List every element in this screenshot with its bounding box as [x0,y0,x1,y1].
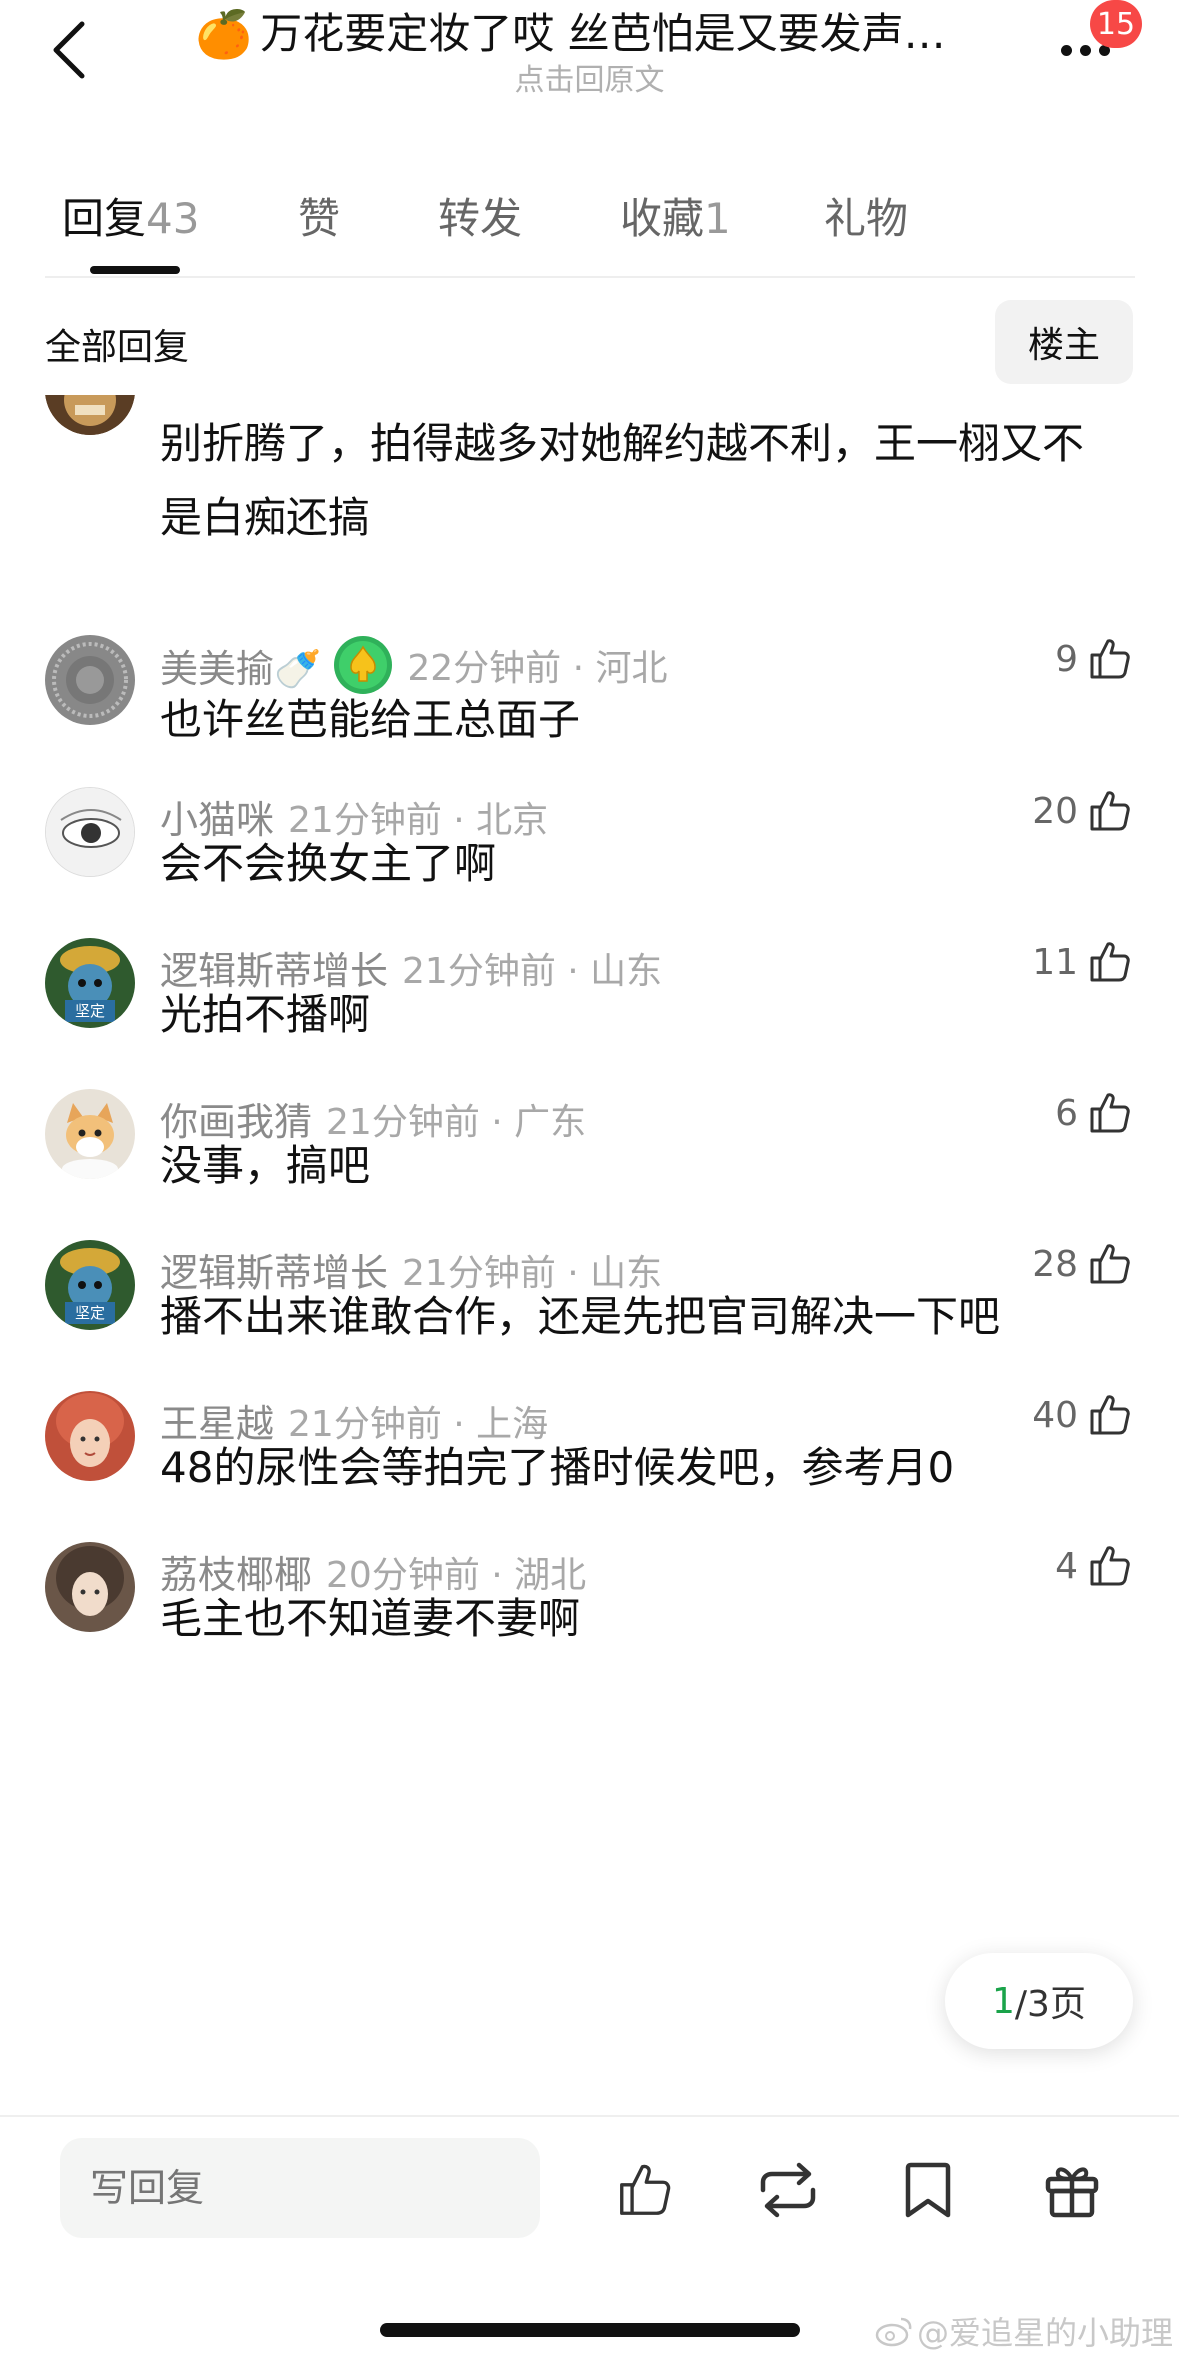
page-total: /3页 [1014,1984,1086,2025]
comment-text: 播不出来谁敢合作，还是先把官司解决一下吧 [160,1292,1001,1341]
comment-list[interactable]: 别折腾了，拍得越多对她解约越不利，王一栩又不是白痴还搞 美美揄🍼 22分钟前 ·… [0,395,1179,2115]
active-tab-indicator [90,266,180,274]
title-text: 万花要定妆了哎 丝芭怕是又要发声… [260,9,946,58]
watermark: @爱追星的小助理 [875,2308,1173,2354]
like-count: 28 [1032,1243,1078,1285]
watermark-text: @爱追星的小助理 [917,2314,1174,2352]
tab-label: 转发 [438,194,523,243]
avatar[interactable] [45,1391,135,1481]
comment-text: 没事，搞吧 [160,1141,371,1190]
pagination-pill[interactable]: 1/3页 [945,1953,1133,2049]
comment-text: 48的尿性会等拍完了播时候发吧，参考月0 [160,1443,955,1492]
page-current: 1 [992,1980,1015,2022]
tab-likes[interactable]: 赞 [298,185,340,246]
like-count: 20 [1032,790,1078,832]
avatar-image [45,1542,135,1632]
reply-input[interactable] [60,2138,540,2238]
tab-count: 1 [704,194,731,243]
tab-label: 礼物 [824,194,909,243]
comment-text: 会不会换女主了啊 [160,839,497,888]
all-replies-filter[interactable]: 全部回复 [45,318,189,370]
avatar-label: 坚定 [74,1002,105,1020]
home-indicator [380,2323,800,2337]
more-dots-icon [1060,44,1072,56]
avatar[interactable]: 坚定 [45,938,135,1028]
comment-text: 也许丝芭能给王总面子 [160,695,581,744]
like-count: 9 [1055,638,1078,680]
post-title[interactable]: 🍊 万花要定妆了哎 丝芭怕是又要发声… [195,8,995,60]
tab-reposts[interactable]: 转发 [438,185,522,246]
thumbs-up-icon [1090,639,1130,679]
comment-text: 毛主也不知道妻不妻啊 [160,1594,581,1643]
thumbs-up-icon [620,2164,671,2215]
notification-badge: 15 [1090,0,1142,48]
avatar-image [45,635,135,725]
like-count: 40 [1032,1394,1078,1436]
bookmark-button[interactable] [888,2150,968,2230]
repost-button[interactable] [748,2150,828,2230]
tab-gifts[interactable]: 礼物 [824,185,908,246]
avatar[interactable] [45,1542,135,1632]
back-to-original-link[interactable]: 点击回原文 [0,55,1179,99]
avatar[interactable] [45,395,135,435]
avatar-image [45,395,135,435]
title-emoji: 🍊 [195,7,253,61]
like-count: 11 [1032,941,1078,983]
like-button[interactable]: 9 [1055,635,1134,683]
tab-label: 回复 [62,194,147,243]
bookmark-icon [905,2162,951,2218]
divider [45,276,1135,278]
owner-only-button[interactable]: 楼主 [995,300,1133,384]
avatar-label: 坚定 [74,1304,105,1322]
avatar-image [45,1089,135,1179]
avatar[interactable] [45,787,135,877]
gift-icon [1045,2167,1099,2218]
repost-icon [760,2162,816,2218]
comment-text: 光拍不播啊 [160,990,371,1039]
like-count: 6 [1055,1092,1078,1134]
tab-favorites[interactable]: 收藏1 [620,185,731,246]
avatar[interactable]: 坚定 [45,1240,135,1330]
like-count: 4 [1055,1545,1078,1587]
avatar-image [45,1391,135,1481]
tab-label: 收藏 [620,194,705,243]
weibo-logo-icon [875,2317,912,2347]
avatar[interactable] [45,635,135,725]
avatar-image [46,788,134,876]
comment-text: 别折腾了，拍得越多对她解约越不利，王一栩又不是白痴还搞 [160,419,1085,542]
like-post-button[interactable] [605,2150,685,2230]
tab-bar: 回复43 赞 转发 收藏1 礼物 [40,165,1140,275]
tab-count: 43 [146,194,200,243]
tab-replies[interactable]: 回复43 [62,185,199,246]
more-dots-icon-dot [1079,44,1091,56]
gift-button[interactable] [1032,2150,1112,2230]
tab-label: 赞 [298,194,341,243]
avatar[interactable] [45,1089,135,1179]
